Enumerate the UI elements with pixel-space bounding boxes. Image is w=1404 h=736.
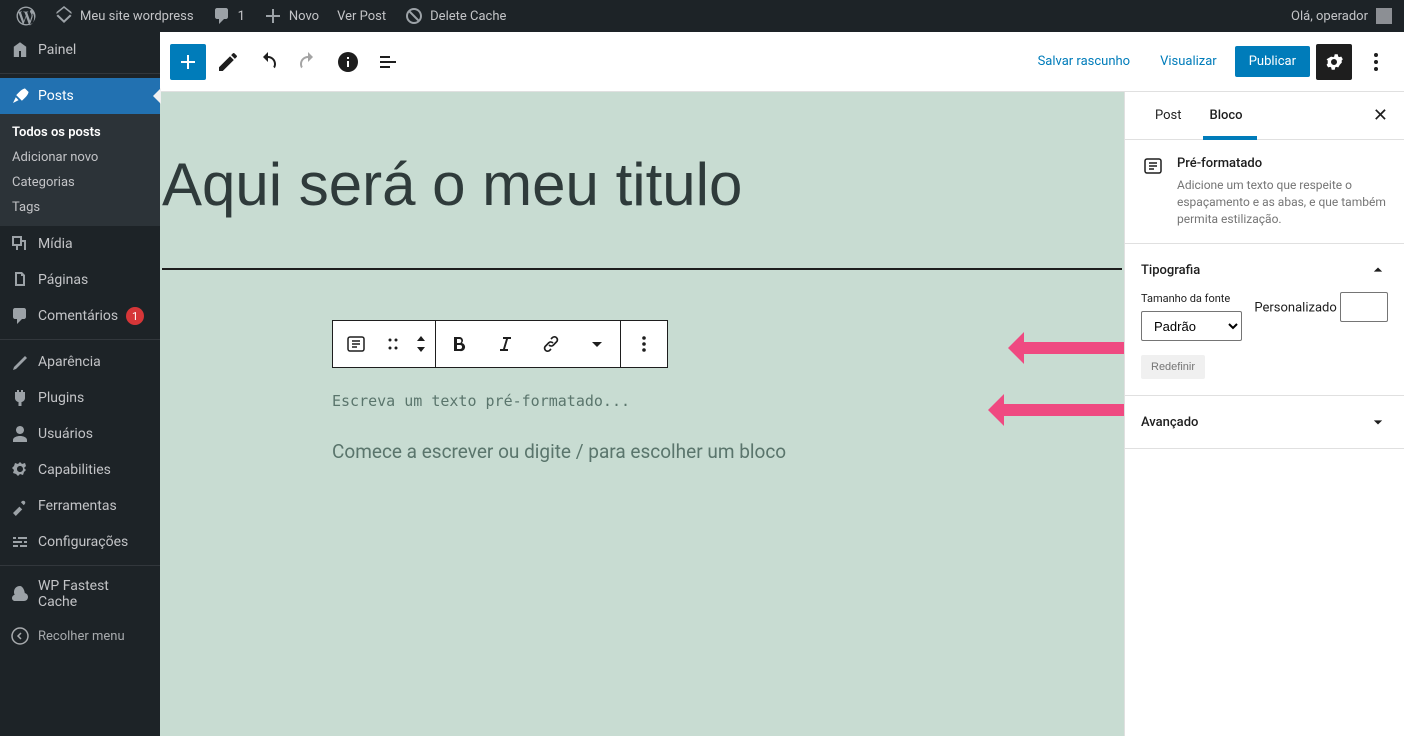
sub-all-posts[interactable]: Todos os posts <box>0 120 160 145</box>
separator-block[interactable] <box>162 268 1122 270</box>
site-name[interactable]: Meu site wordpress <box>46 0 202 32</box>
delete-cache-link[interactable]: Delete Cache <box>396 0 514 32</box>
editor-header: Salvar rascunho Visualizar Publicar <box>160 32 1404 92</box>
avatar <box>1376 8 1392 24</box>
sub-tags[interactable]: Tags <box>0 195 160 220</box>
close-settings-button[interactable]: ✕ <box>1373 105 1388 126</box>
save-draft-button[interactable]: Salvar rascunho <box>1026 46 1143 77</box>
undo-button[interactable] <box>250 44 286 80</box>
preformatted-icon <box>1141 154 1165 178</box>
block-info-panel: Pré-formatado Adicione um texto que resp… <box>1125 140 1404 244</box>
typography-panel: Tipografia Tamanho da fonte Padrão Perso… <box>1125 244 1404 396</box>
site-name-label: Meu site wordpress <box>80 9 194 24</box>
font-size-select[interactable]: Padrão <box>1141 311 1242 341</box>
block-toolbar <box>332 320 668 368</box>
collapse-menu[interactable]: Recolher menu <box>0 618 160 654</box>
editor-canvas: Aqui será o meu titulo <box>160 92 1124 736</box>
menu-posts[interactable]: Posts <box>0 78 160 114</box>
posts-submenu: Todos os posts Adicionar novo Categorias… <box>0 114 160 226</box>
menu-media[interactable]: Mídia <box>0 226 160 262</box>
advanced-toggle[interactable]: Avançado <box>1141 412 1388 432</box>
font-size-label: Tamanho da fonte <box>1141 292 1242 305</box>
wp-logo[interactable] <box>8 0 44 32</box>
new-label: Novo <box>289 9 319 24</box>
preview-button[interactable]: Visualizar <box>1148 46 1229 77</box>
typography-toggle[interactable]: Tipografia <box>1141 260 1388 280</box>
default-block-prompt[interactable]: Comece a escrever ou digite / para escol… <box>332 440 952 463</box>
block-more-button[interactable] <box>621 321 667 367</box>
bold-button[interactable] <box>436 321 482 367</box>
publish-button[interactable]: Publicar <box>1235 46 1310 77</box>
menu-appearance[interactable]: Aparência <box>0 344 160 380</box>
view-post-link[interactable]: Ver Post <box>329 0 394 32</box>
chevron-up-icon <box>1368 260 1388 280</box>
menu-wp-fastest-cache[interactable]: WP Fastest Cache <box>0 570 160 618</box>
block-type-button[interactable] <box>333 321 379 367</box>
tab-block[interactable]: Bloco <box>1196 94 1257 137</box>
comments-badge: 1 <box>126 307 144 325</box>
advanced-panel: Avançado <box>1125 396 1404 449</box>
post-title[interactable]: Aqui será o meu titulo <box>162 132 1122 238</box>
comments-link[interactable]: 1 <box>204 0 253 32</box>
menu-pages[interactable]: Páginas <box>0 262 160 298</box>
settings-toggle-button[interactable] <box>1316 44 1352 80</box>
outline-button[interactable] <box>370 44 406 80</box>
sub-categories[interactable]: Categorias <box>0 170 160 195</box>
drag-handle[interactable] <box>379 321 407 367</box>
more-options-button[interactable] <box>1358 44 1394 80</box>
greeting-label: Olá, operador <box>1291 9 1368 24</box>
custom-size-input[interactable] <box>1340 292 1388 322</box>
menu-users[interactable]: Usuários <box>0 416 160 452</box>
comments-count: 1 <box>238 9 245 24</box>
custom-size-label: Personalizado <box>1254 301 1336 316</box>
admin-sidebar: Painel Posts Todos os posts Adicionar no… <box>0 32 160 736</box>
edit-mode-button[interactable] <box>210 44 246 80</box>
menu-plugins[interactable]: Plugins <box>0 380 160 416</box>
preformatted-block[interactable]: Escreva um texto pré-formatado... <box>332 392 952 410</box>
menu-dashboard[interactable]: Painel <box>0 32 160 68</box>
annotation-arrow-1 <box>992 332 1124 364</box>
block-name: Pré-formatado <box>1177 156 1388 171</box>
redo-button[interactable] <box>290 44 326 80</box>
block-desc: Adicione um texto que respeite o espaçam… <box>1177 177 1388 227</box>
annotation-arrow-2 <box>972 394 1124 426</box>
add-block-button[interactable] <box>170 44 206 80</box>
menu-comments[interactable]: Comentários 1 <box>0 298 160 334</box>
move-updown-button[interactable] <box>407 321 435 367</box>
menu-capabilities[interactable]: Capabilities <box>0 452 160 488</box>
menu-tools[interactable]: Ferramentas <box>0 488 160 524</box>
link-button[interactable] <box>528 321 574 367</box>
tab-post[interactable]: Post <box>1141 94 1196 137</box>
new-link[interactable]: Novo <box>255 0 327 32</box>
sub-new-post[interactable]: Adicionar novo <box>0 145 160 170</box>
italic-button[interactable] <box>482 321 528 367</box>
editor-canvas-scroll[interactable]: Aqui será o meu titulo <box>160 92 1124 736</box>
info-button[interactable] <box>330 44 366 80</box>
chevron-down-icon <box>1368 412 1388 432</box>
reset-button[interactable]: Redefinir <box>1141 355 1205 379</box>
more-format-button[interactable] <box>574 321 620 367</box>
menu-settings[interactable]: Configurações <box>0 524 160 560</box>
user-greeting[interactable]: Olá, operador <box>1291 8 1396 24</box>
admin-bar: Meu site wordpress 1 Novo Ver Post Delet… <box>0 0 1404 32</box>
settings-panel: Post Bloco ✕ Pré-formatado Adicione um t… <box>1124 92 1404 736</box>
